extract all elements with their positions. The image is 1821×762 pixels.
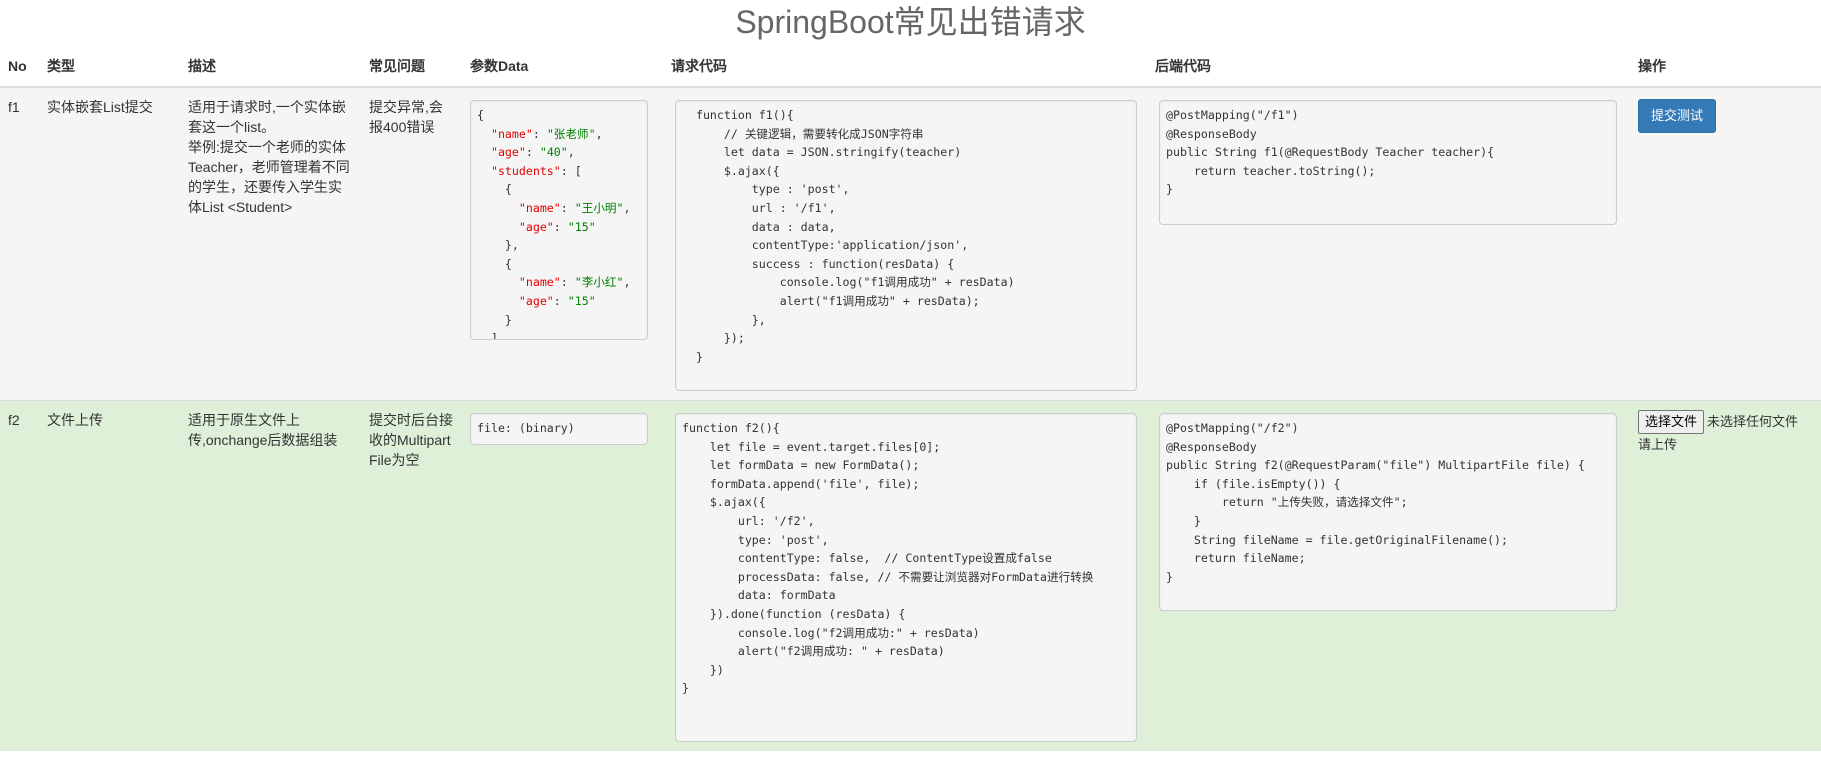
page-title: SpringBoot常见出错请求 <box>735 4 1086 40</box>
header-row: No 类型 描述 常见问题 参数Data 请求代码 后端代码 操作 <box>0 42 1821 88</box>
col-header-no: No <box>0 42 39 88</box>
row-type: 文件上传 <box>39 400 180 751</box>
row-issue: 提交时后台接收的MultipartFile为空 <box>361 400 462 751</box>
file-status-text: 未选择任何文件 <box>1707 414 1799 429</box>
col-header-type: 类型 <box>39 42 180 88</box>
col-header-issue: 常见问题 <box>361 42 462 88</box>
backend-code-cell: @PostMapping("/f1") @ResponseBody public… <box>1147 87 1630 401</box>
param-binary-block: file: (binary) <box>470 413 648 445</box>
row-issue: 提交异常,会报400错误 <box>361 87 462 401</box>
student-age-value: "15" <box>567 293 596 308</box>
choose-file-button[interactable]: 选择文件 <box>1638 410 1705 434</box>
upload-hint-text: 请上传 <box>1638 437 1678 452</box>
row-desc: 适用于原生文件上传,onchange后数据组装 <box>180 400 361 751</box>
table-row: f1 实体嵌套List提交 适用于请求时,一个实体嵌套这一个list。 举例:提… <box>0 87 1821 401</box>
teacher-age-value: "40" <box>539 145 568 160</box>
req-code-cell: function f1(){ // 关键逻辑，需要转化成JSON字符串 let … <box>663 87 1147 401</box>
param-cell: { "name": "张老师", "age": "40", "students"… <box>462 87 663 401</box>
col-header-param: 参数Data <box>462 42 663 88</box>
req-code-cell: function f2(){ let file = event.target.f… <box>663 400 1147 751</box>
param-cell: file: (binary) <box>462 400 663 751</box>
row-desc: 适用于请求时,一个实体嵌套这一个list。 举例:提交一个老师的实体Teache… <box>180 87 361 401</box>
request-code-block: function f1(){ // 关键逻辑，需要转化成JSON字符串 let … <box>675 100 1137 391</box>
action-cell: 提交测试 <box>1630 87 1821 401</box>
student-name-value: "李小红" <box>574 275 624 290</box>
col-header-backend: 后端代码 <box>1147 42 1630 88</box>
submit-test-button[interactable]: 提交测试 <box>1638 99 1717 133</box>
backend-code-cell: @PostMapping("/f2") @ResponseBody public… <box>1147 400 1630 751</box>
student-name-value: "王小明" <box>574 200 624 215</box>
param-json-block: { "name": "张老师", "age": "40", "students"… <box>470 100 648 340</box>
requests-table: No 类型 描述 常见问题 参数Data 请求代码 后端代码 操作 f1 实体嵌… <box>0 42 1821 751</box>
row-no: f2 <box>0 400 39 751</box>
col-header-req: 请求代码 <box>663 42 1147 88</box>
student-age-value: "15" <box>567 219 596 234</box>
row-no: f1 <box>0 87 39 401</box>
col-header-action: 操作 <box>1630 42 1821 88</box>
table-row: f2 文件上传 适用于原生文件上传,onchange后数据组装 提交时后台接收的… <box>0 400 1821 751</box>
request-code-block: function f2(){ let file = event.target.f… <box>675 413 1137 742</box>
col-header-desc: 描述 <box>180 42 361 88</box>
backend-code-block: @PostMapping("/f2") @ResponseBody public… <box>1159 413 1617 611</box>
action-cell: 选择文件 未选择任何文件 请上传 <box>1630 400 1821 751</box>
row-type: 实体嵌套List提交 <box>39 87 180 401</box>
teacher-name-value: "张老师" <box>546 126 596 141</box>
backend-code-block: @PostMapping("/f1") @ResponseBody public… <box>1159 100 1617 225</box>
